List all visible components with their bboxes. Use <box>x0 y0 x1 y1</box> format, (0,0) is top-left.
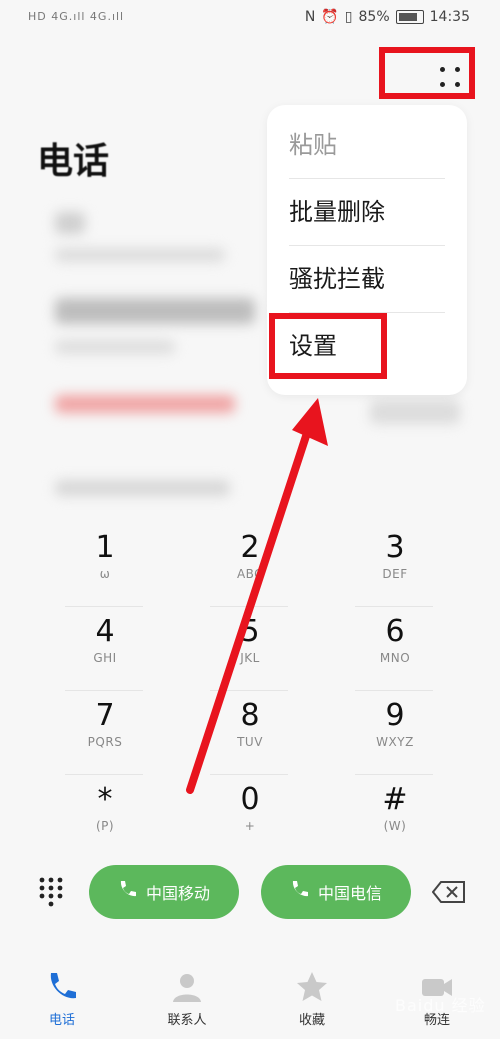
key-5[interactable]: 5 JKL <box>190 614 310 684</box>
key-divider <box>355 774 433 775</box>
key-0[interactable]: 0 + <box>190 782 310 852</box>
key-divider <box>210 606 288 607</box>
overflow-menu: 粘贴 批量删除 骚扰拦截 设置 <box>267 105 467 395</box>
key-1[interactable]: 1 ω <box>45 530 165 600</box>
alarm-icon: ⏰ <box>321 9 339 25</box>
more-dot-icon <box>455 67 460 72</box>
tab-favorites[interactable]: 收藏 <box>272 970 352 1028</box>
tab-contacts[interactable]: 联系人 <box>147 970 227 1028</box>
key-2[interactable]: 2 ABC <box>190 530 310 600</box>
key-9[interactable]: 9 WXYZ <box>335 698 455 768</box>
list-item <box>55 480 230 496</box>
key-divider <box>65 690 143 691</box>
more-dot-icon <box>455 82 460 87</box>
key-divider <box>355 690 433 691</box>
key-star[interactable]: * (P) <box>45 782 165 852</box>
phone-hd-icon <box>118 879 136 905</box>
list-item <box>55 298 255 324</box>
list-item <box>370 400 460 424</box>
vibrate-icon: ▯ <box>344 9 353 25</box>
backspace-icon[interactable] <box>431 881 466 903</box>
more-dot-icon <box>440 67 445 72</box>
key-8[interactable]: 8 TUV <box>190 698 310 768</box>
menu-item-batch-delete[interactable]: 批量删除 <box>289 179 445 245</box>
key-divider <box>65 606 143 607</box>
watermark: Baidu 经验 <box>395 996 486 1015</box>
status-bar: HD 4G.ıll 4G.ıll N ⏰ ▯ 85% 14:35 <box>0 0 500 38</box>
list-item <box>55 248 225 262</box>
clock: 14:35 <box>429 9 470 25</box>
key-divider <box>65 774 143 775</box>
voicemail-icon: ω <box>99 567 111 581</box>
menu-item-settings[interactable]: 设置 <box>289 313 445 379</box>
list-item <box>55 340 175 354</box>
key-divider <box>210 690 288 691</box>
list-item <box>55 395 235 413</box>
battery-percent: 85% <box>358 9 390 25</box>
phone-sim2-icon <box>290 879 308 905</box>
more-dot-icon <box>440 82 445 87</box>
dialpad-toggle-icon[interactable] <box>38 876 64 910</box>
signal-indicators: HD 4G.ıll 4G.ıll <box>28 10 125 23</box>
status-right: N ⏰ ▯ 85% 14:35 <box>305 9 470 25</box>
dial-keypad: 1 ω 2 ABC 3 DEF 4 GHI 5 JKL 6 MNO 7 PQRS… <box>0 530 500 850</box>
key-divider <box>355 606 433 607</box>
star-icon <box>295 970 329 1004</box>
page-title: 电话 <box>37 141 110 182</box>
key-hash[interactable]: # (W) <box>335 782 455 852</box>
key-4[interactable]: 4 GHI <box>45 614 165 684</box>
phone-icon <box>45 970 79 1004</box>
list-item <box>55 212 85 234</box>
call-button-sim2[interactable]: 中国电信 <box>261 865 411 919</box>
key-3[interactable]: 3 DEF <box>335 530 455 600</box>
nfc-icon: N <box>304 9 316 25</box>
key-divider <box>210 774 288 775</box>
key-7[interactable]: 7 PQRS <box>45 698 165 768</box>
battery-icon <box>395 10 424 24</box>
tab-phone[interactable]: 电话 <box>22 970 102 1028</box>
contacts-icon <box>170 970 204 1004</box>
key-6[interactable]: 6 MNO <box>335 614 455 684</box>
menu-item-paste[interactable]: 粘贴 <box>289 112 445 178</box>
more-options-button[interactable] <box>425 60 475 94</box>
menu-item-spam-block[interactable]: 骚扰拦截 <box>289 246 445 312</box>
call-button-sim1[interactable]: 中国移动 <box>89 865 239 919</box>
